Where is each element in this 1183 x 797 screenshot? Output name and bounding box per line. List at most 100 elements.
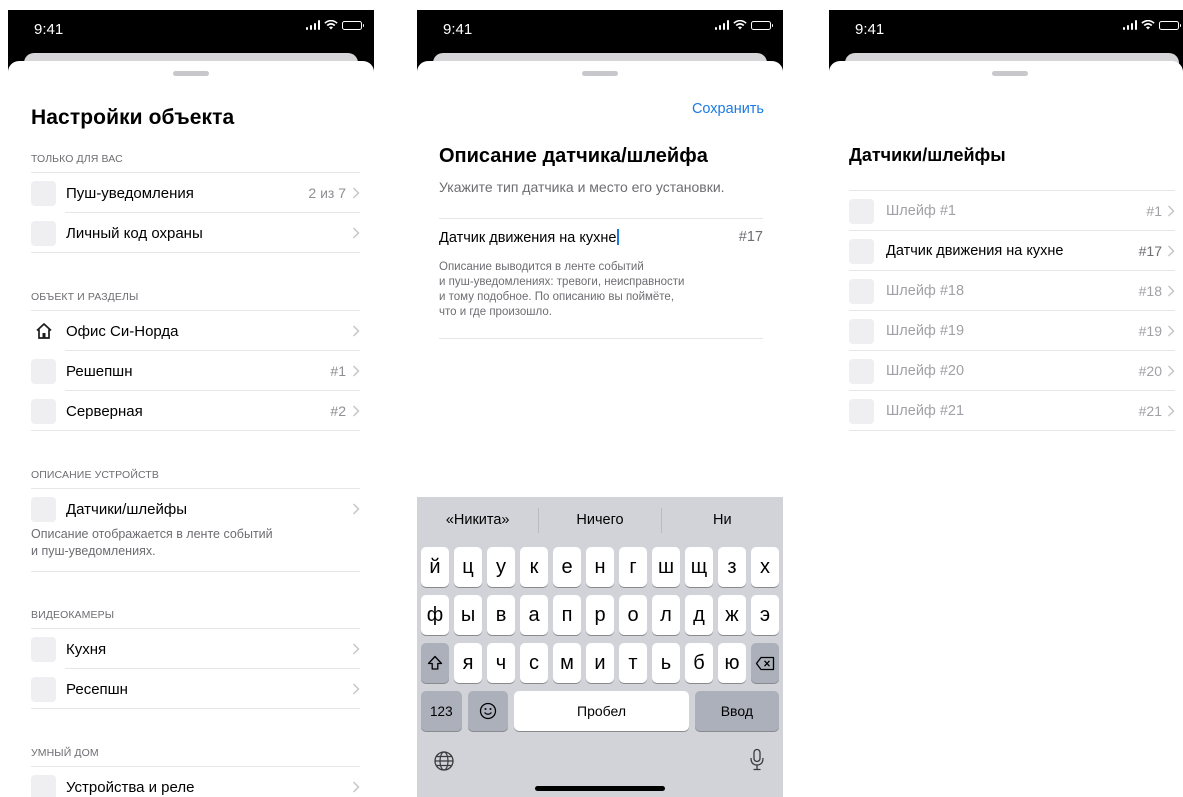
suggestion[interactable]: «Никита» — [417, 512, 538, 528]
key[interactable]: ц — [454, 547, 482, 587]
key[interactable]: с — [520, 643, 548, 683]
section-header-object: ОБЪЕКТ И РАЗДЕЛЫ — [31, 291, 139, 303]
home-indicator[interactable] — [535, 786, 665, 791]
row-icon — [849, 278, 874, 304]
enter-key[interactable]: Ввод — [694, 691, 779, 731]
key[interactable]: а — [520, 595, 548, 635]
row-label: Шлейф #20 — [886, 363, 965, 379]
row-label: Кухня — [66, 640, 107, 658]
emoji-key[interactable] — [467, 691, 509, 731]
key[interactable]: ы — [454, 595, 482, 635]
sheet-grabber[interactable] — [582, 71, 618, 76]
settings-sheet: Настройки объекта ТОЛЬКО ДЛЯ ВАС Пуш-уве… — [8, 61, 374, 797]
row-devices-relays[interactable]: Устройства и реле — [31, 767, 360, 797]
key[interactable]: е — [553, 547, 581, 587]
key[interactable]: ч — [487, 643, 515, 683]
key[interactable]: ж — [718, 595, 746, 635]
row-personal-code[interactable]: Личный код охраны — [31, 213, 360, 253]
hint-line: и тому подобное. По описанию вы поймёте, — [439, 291, 675, 303]
key[interactable]: р — [586, 595, 614, 635]
sensor-row[interactable]: Датчик движения на кухне #17 — [849, 231, 1175, 271]
row-label: Ресепшн — [66, 680, 128, 698]
row-office[interactable]: Офис Си-Норда — [31, 311, 360, 351]
key[interactable]: б — [685, 643, 713, 683]
row-icon — [849, 198, 874, 224]
key[interactable]: я — [454, 643, 482, 683]
row-label: Шлейф #19 — [886, 323, 965, 339]
shift-key[interactable] — [421, 643, 449, 683]
divider — [31, 708, 360, 709]
key[interactable]: м — [553, 643, 581, 683]
sensor-row[interactable]: Шлейф #18 #18 — [849, 271, 1175, 311]
status-bar: 9:41 — [8, 10, 374, 54]
row-label: Серверная — [66, 402, 143, 420]
chevron-right-icon — [353, 781, 360, 793]
wifi-icon — [1141, 20, 1155, 30]
section-header-devices: ОПИСАНИЕ УСТРОЙСТВ — [31, 469, 159, 481]
save-button[interactable]: Сохранить — [692, 101, 764, 117]
settings-screen: 9:41 Настройки объекта ТОЛЬКО ДЛЯ ВАС Пу… — [8, 10, 374, 797]
key[interactable]: о — [619, 595, 647, 635]
status-time: 9:41 — [855, 21, 885, 38]
key[interactable]: й — [421, 547, 449, 587]
row-icon — [31, 220, 56, 246]
key-row-4: 123 Пробел Ввод — [421, 691, 779, 731]
microphone-icon[interactable] — [749, 748, 765, 772]
key[interactable]: г — [619, 547, 647, 587]
key[interactable]: з — [718, 547, 746, 587]
key[interactable]: и — [586, 643, 614, 683]
row-icon — [31, 496, 56, 522]
row-reception[interactable]: Решепшн #1 — [31, 351, 360, 391]
key[interactable]: н — [586, 547, 614, 587]
keyboard: «Никита» Ничего Ни й ц у к е н г ш щ з х… — [417, 497, 783, 797]
description-field[interactable]: Датчик движения на кухне #17 — [439, 229, 763, 246]
key[interactable]: д — [685, 595, 713, 635]
description-screen: 9:41 Сохранить Описание датчика/шлейфа У… — [417, 10, 783, 797]
footer-line: и пуш-уведомлениях. — [31, 544, 156, 558]
suggestion[interactable]: Ни — [662, 512, 783, 528]
space-key[interactable]: Пробел — [514, 691, 689, 731]
chevron-right-icon — [353, 683, 360, 695]
chevron-right-icon — [1168, 365, 1175, 377]
sensor-row[interactable]: Шлейф #19 #19 — [849, 311, 1175, 351]
row-sensors[interactable]: Датчики/шлейфы — [31, 489, 360, 529]
globe-icon[interactable] — [433, 750, 455, 772]
backspace-key[interactable] — [751, 643, 779, 683]
key[interactable]: л — [652, 595, 680, 635]
row-label: Пуш-уведомления — [66, 184, 194, 202]
key[interactable]: ю — [718, 643, 746, 683]
backspace-icon — [755, 656, 775, 670]
key[interactable]: ш — [652, 547, 680, 587]
key[interactable]: э — [751, 595, 779, 635]
row-push-notifications[interactable]: Пуш-уведомления 2 из 7 — [31, 173, 360, 213]
section-header-cameras: ВИДЕОКАМЕРЫ — [31, 609, 115, 621]
key[interactable]: ф — [421, 595, 449, 635]
chevron-right-icon — [1168, 285, 1175, 297]
chevron-right-icon — [1168, 325, 1175, 337]
numbers-key[interactable]: 123 — [421, 691, 462, 731]
key[interactable]: п — [553, 595, 581, 635]
row-server-room[interactable]: Серверная #2 — [31, 391, 360, 431]
key[interactable]: к — [520, 547, 548, 587]
row-label: Офис Си-Норда — [66, 322, 179, 340]
sheet-grabber[interactable] — [173, 71, 209, 76]
key[interactable]: у — [487, 547, 515, 587]
sensor-row[interactable]: Шлейф #21 #21 — [849, 391, 1175, 431]
sheet-grabber[interactable] — [992, 71, 1028, 76]
row-camera-kitchen[interactable]: Кухня — [31, 629, 360, 669]
key[interactable]: т — [619, 643, 647, 683]
row-label: Датчики/шлейфы — [66, 500, 187, 518]
key[interactable]: ь — [652, 643, 680, 683]
row-camera-reception[interactable]: Ресепшн — [31, 669, 360, 709]
key[interactable]: х — [751, 547, 779, 587]
emoji-icon — [479, 702, 497, 720]
sensor-row[interactable]: Шлейф #1 #1 — [849, 191, 1175, 231]
suggestion[interactable]: Ничего — [539, 512, 660, 528]
divider — [439, 338, 763, 339]
description-input[interactable]: Датчик движения на кухне — [439, 230, 616, 246]
sensor-row[interactable]: Шлейф #20 #20 — [849, 351, 1175, 391]
key[interactable]: щ — [685, 547, 713, 587]
chevron-right-icon — [353, 643, 360, 655]
chevron-right-icon — [1168, 205, 1175, 217]
key[interactable]: в — [487, 595, 515, 635]
